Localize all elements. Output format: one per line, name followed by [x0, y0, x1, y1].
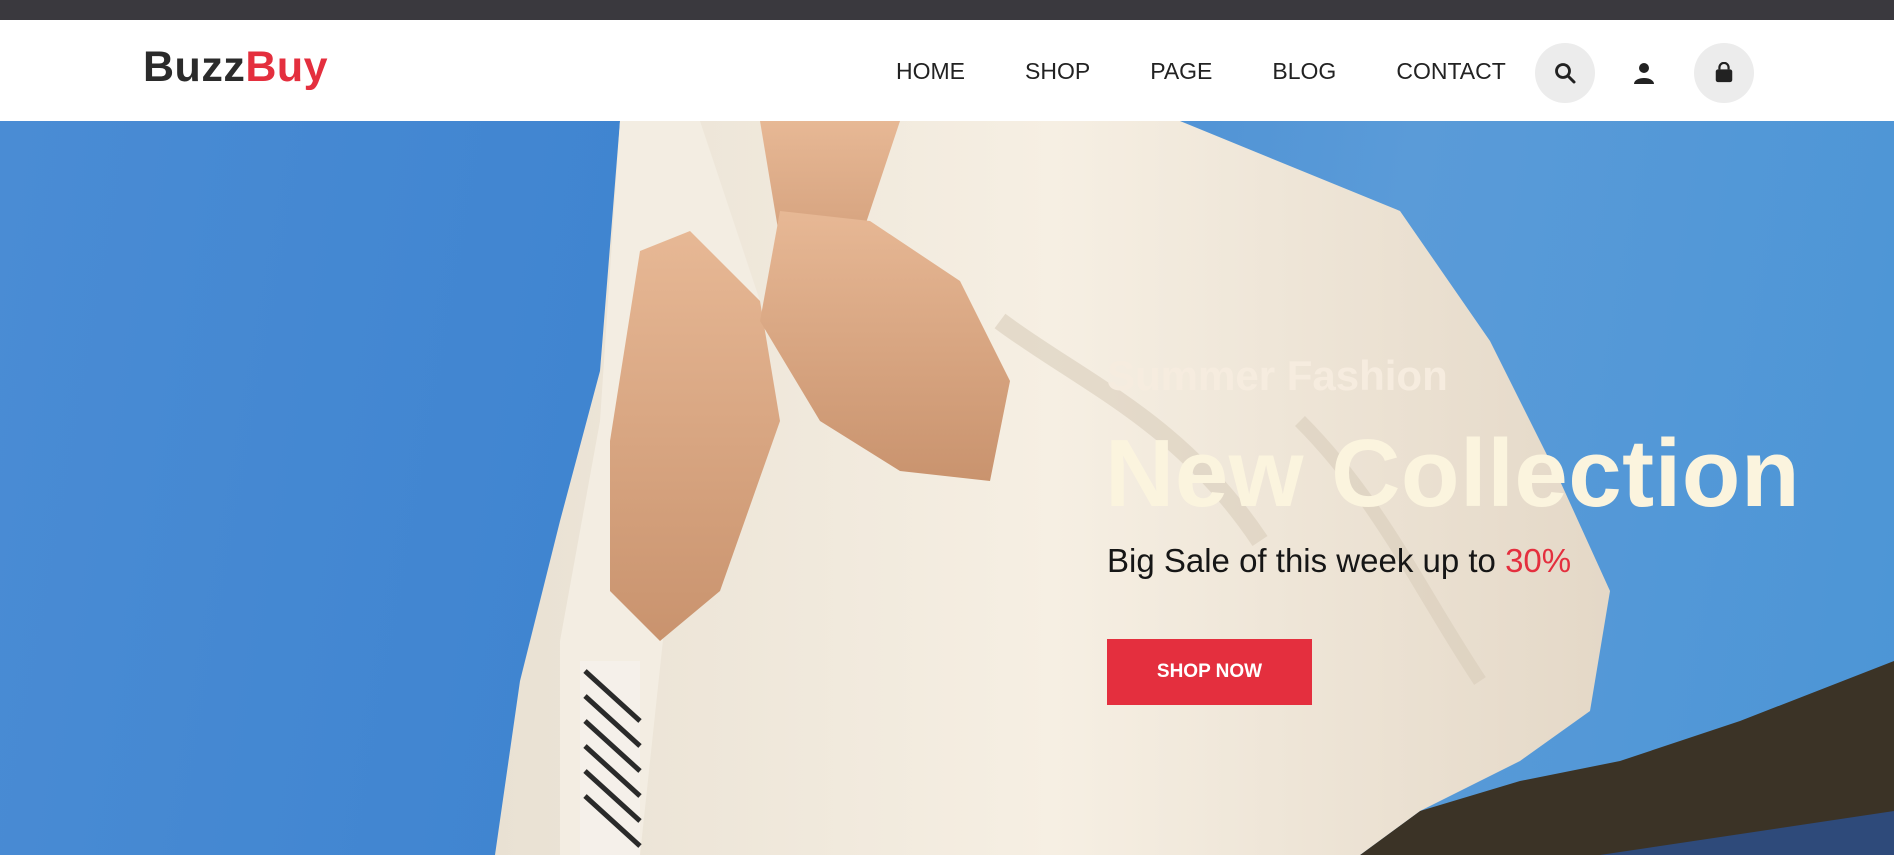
hero-sale-text: Big Sale of this week up to 30% [1107, 544, 1571, 577]
nav-contact[interactable]: CONTACT [1396, 60, 1505, 83]
striped-cuff [580, 661, 642, 855]
hero-sale-label: Big Sale of this week up to [1107, 542, 1506, 579]
hero-sale-percent: 30% [1505, 542, 1572, 579]
nav-shop[interactable]: SHOP [1025, 60, 1090, 83]
account-button[interactable] [1614, 43, 1674, 103]
shop-now-button[interactable]: SHOP NOW [1107, 639, 1312, 705]
nav-page[interactable]: PAGE [1150, 60, 1212, 83]
site-header: BuzzBuy HOME SHOP PAGE BLOG CONTACT [0, 20, 1894, 121]
browser-toolbar-strip [0, 0, 1894, 20]
hero-title: New Collection [1105, 420, 1801, 527]
main-nav: HOME SHOP PAGE BLOG CONTACT [896, 60, 1506, 83]
user-icon [1634, 63, 1654, 84]
shopping-bag-icon [1715, 62, 1733, 83]
cart-button[interactable] [1694, 43, 1754, 103]
hero-subtitle: Summer Fashion [1107, 352, 1448, 399]
nav-blog[interactable]: BLOG [1272, 60, 1336, 83]
brand-logo-part2: Buy [245, 43, 329, 91]
search-icon [1555, 63, 1576, 84]
search-button[interactable] [1535, 43, 1595, 103]
hero-banner: Summer Fashion New Collection Big Sale o… [0, 121, 1894, 855]
brand-logo-part1: Buzz [143, 43, 246, 91]
brand-logo[interactable]: BuzzBuy [143, 46, 328, 89]
nav-home[interactable]: HOME [896, 60, 965, 83]
